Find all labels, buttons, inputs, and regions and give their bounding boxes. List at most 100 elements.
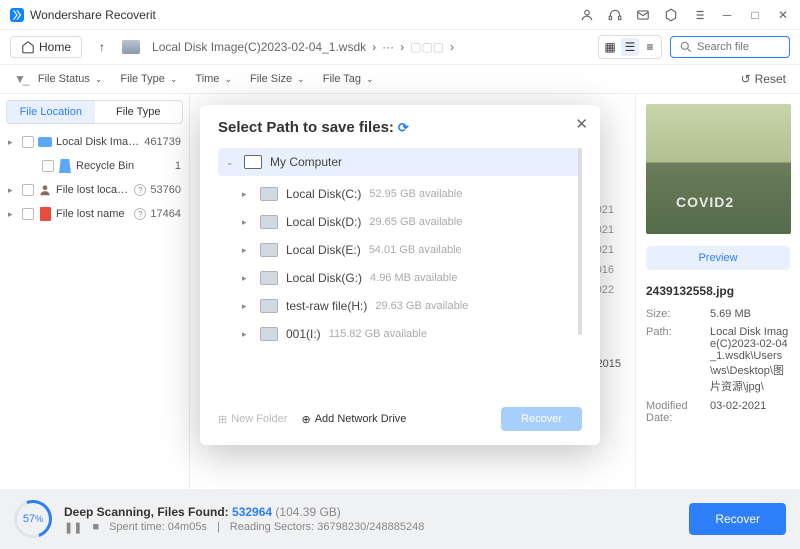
headset-icon[interactable]: [608, 8, 622, 22]
pause-icon[interactable]: ❚❚: [64, 521, 82, 534]
disk-icon: [122, 40, 140, 54]
tab-file-location[interactable]: File Location: [7, 101, 95, 123]
tree-count: 53760: [150, 184, 181, 196]
tree-count: 461739: [144, 136, 181, 148]
drive-icon: [260, 271, 278, 285]
computer-icon: [244, 155, 262, 169]
path-drive[interactable]: ▸Local Disk(C:)52.95 GB available: [218, 180, 582, 208]
close-icon[interactable]: ✕: [776, 8, 790, 22]
help-icon[interactable]: ?: [134, 184, 146, 196]
drive-icon: [260, 215, 278, 229]
new-folder-button[interactable]: ⊞ New Folder: [218, 413, 287, 426]
sidebar-tabs: File Location File Type: [6, 100, 183, 124]
tree-item[interactable]: ▸File lost location?53760: [6, 178, 183, 202]
meta-size-key: Size:: [646, 308, 710, 320]
minimize-icon[interactable]: ─: [720, 8, 734, 22]
checkbox[interactable]: [22, 208, 34, 220]
tree-count: 17464: [150, 208, 181, 220]
thumbnail: [646, 104, 791, 234]
recycle-icon: [58, 159, 72, 173]
filter-size[interactable]: File Size: [244, 71, 311, 87]
preview-button[interactable]: Preview: [646, 246, 790, 270]
tree-label: File lost location: [56, 184, 130, 196]
chevron-right-icon: ›: [450, 40, 454, 54]
help-icon[interactable]: ?: [134, 208, 146, 220]
list-icon[interactable]: [692, 8, 706, 22]
chevron-right-icon: ›: [372, 40, 376, 54]
tree-item[interactable]: ▸Local Disk Ima...(C)20461739: [6, 130, 183, 154]
chevron-right-icon: ▸: [242, 217, 252, 228]
drive-icon: [260, 187, 278, 201]
path-drive[interactable]: ▸Local Disk(D:)29.65 GB available: [218, 208, 582, 236]
preview-pane: Preview 2439132558.jpg Size:5.69 MB Path…: [635, 94, 800, 489]
stop-icon[interactable]: ■: [92, 521, 99, 533]
tree-label: File lost name: [56, 208, 130, 220]
toolbar: Home ↑ Local Disk Image(C)2023-02-04_1.w…: [0, 30, 800, 64]
scrollbar[interactable]: [578, 148, 582, 335]
filter-icon[interactable]: ▼̲: [14, 72, 26, 86]
reset-label: Reset: [755, 72, 786, 86]
checkbox[interactable]: [22, 184, 34, 196]
network-icon: ⊕: [301, 413, 310, 426]
grid-view-icon[interactable]: ▦: [601, 38, 619, 56]
tree: ▸Local Disk Ima...(C)20461739Recycle Bin…: [6, 130, 183, 226]
drive-icon: [260, 327, 278, 341]
tab-file-type[interactable]: File Type: [95, 101, 183, 123]
path-drive[interactable]: ▸001(I:)115.82 GB available: [218, 320, 582, 348]
filter-time[interactable]: Time: [189, 71, 238, 87]
titlebar: Wondershare Recoverit ─ □ ✕: [0, 0, 800, 30]
checkbox[interactable]: [42, 160, 54, 172]
files-found-count: 532964: [232, 505, 272, 519]
up-button[interactable]: ↑: [90, 35, 114, 59]
detail-view-icon[interactable]: ☰: [621, 38, 639, 56]
person-icon: [38, 183, 52, 197]
progress-percent: 57: [23, 513, 35, 525]
drive-icon: [260, 299, 278, 313]
progress-circle: 57%: [14, 500, 52, 538]
path-drive[interactable]: ▸test-raw file(H:)29.63 GB available: [218, 292, 582, 320]
reset-button[interactable]: ↺ Reset: [741, 72, 786, 86]
modal-title: Select Path to save files:⟳: [218, 119, 582, 136]
chevron-down-icon: ⌄: [226, 157, 236, 168]
mail-icon[interactable]: [636, 8, 650, 22]
path-list: ⌄ My Computer ▸Local Disk(C:)52.95 GB av…: [218, 148, 582, 397]
filter-tag[interactable]: File Tag: [317, 71, 380, 87]
list-view-icon[interactable]: ≡: [641, 38, 659, 56]
path-drive[interactable]: ▸Local Disk(E:)54.01 GB available: [218, 236, 582, 264]
refresh-icon[interactable]: ⟳: [398, 120, 409, 136]
add-network-drive-button[interactable]: ⊕ Add Network Drive: [301, 413, 406, 426]
spent-time: Spent time: 04m05s: [109, 521, 207, 533]
preview-filename: 2439132558.jpg: [646, 284, 790, 298]
filters-bar: ▼̲ File Status File Type Time File Size …: [0, 64, 800, 94]
home-button[interactable]: Home: [10, 36, 82, 58]
scan-status: Deep Scanning, Files Found: 532964 (104.…: [64, 505, 424, 519]
user-icon[interactable]: [580, 8, 594, 22]
tree-item[interactable]: Recycle Bin1: [6, 154, 183, 178]
chevron-right-icon: ▸: [242, 189, 252, 200]
chevron-right-icon: ▸: [242, 301, 252, 312]
app-title: Wondershare Recoverit: [30, 8, 580, 22]
meta-mod-key: Modified Date:: [646, 400, 710, 424]
search-input[interactable]: [697, 41, 777, 53]
folder-plus-icon: ⊞: [218, 413, 227, 426]
breadcrumb[interactable]: Local Disk Image(C)2023-02-04_1.wsdk › ·…: [152, 40, 590, 54]
breadcrumb-disk: Local Disk Image(C)2023-02-04_1.wsdk: [152, 40, 366, 54]
recover-button[interactable]: Recover: [689, 503, 786, 535]
modal-recover-button[interactable]: Recover: [501, 407, 582, 431]
tree-count: 1: [175, 160, 181, 172]
filter-type[interactable]: File Type: [114, 71, 183, 87]
path-drive[interactable]: ▸Local Disk(G:)4.96 MB available: [218, 264, 582, 292]
tree-item[interactable]: ▸File lost name?17464: [6, 202, 183, 226]
modal-close-button[interactable]: ✕: [575, 115, 588, 133]
maximize-icon[interactable]: □: [748, 8, 762, 22]
status-bar: 57% Deep Scanning, Files Found: 532964 (…: [0, 489, 800, 549]
search-box[interactable]: [670, 36, 790, 58]
meta-mod-val: 03-02-2021: [710, 400, 790, 424]
tree-label: Local Disk Ima...(C)20: [56, 136, 140, 148]
chevron-right-icon: ▸: [242, 273, 252, 284]
path-my-computer[interactable]: ⌄ My Computer: [218, 148, 582, 176]
hexagon-icon[interactable]: [664, 8, 678, 22]
filter-status[interactable]: File Status: [32, 71, 109, 87]
chevron-right-icon: ▸: [242, 329, 252, 340]
checkbox[interactable]: [22, 136, 34, 148]
